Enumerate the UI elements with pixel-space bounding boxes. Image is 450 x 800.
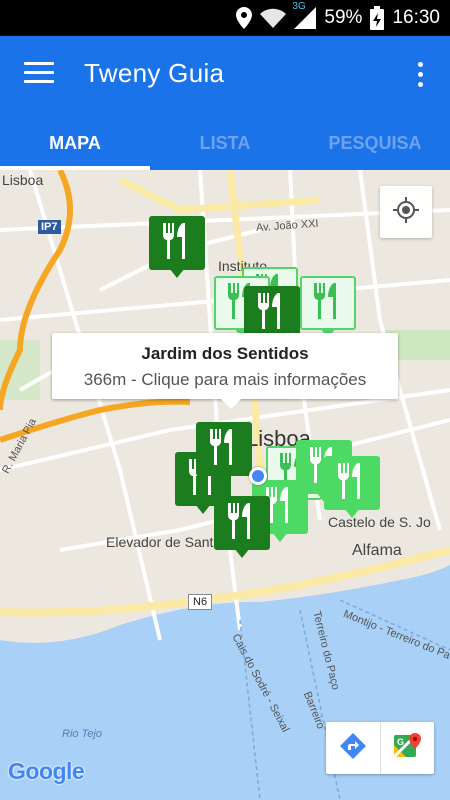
restaurant-marker[interactable]: [149, 216, 205, 278]
tab-lista[interactable]: LISTA: [150, 116, 300, 170]
tab-mapa[interactable]: MAPA: [0, 116, 150, 170]
map-label-rio-tejo: Rio Tejo: [62, 728, 102, 740]
app-bar: Tweny Guia: [0, 36, 450, 116]
tab-pesquisa[interactable]: PESQUISA: [300, 116, 450, 170]
wifi-icon: [260, 8, 287, 28]
my-location-icon: [393, 196, 419, 228]
network-type: 3G: [292, 1, 306, 12]
google-maps-icon: G: [392, 731, 422, 766]
status-bar: 3G 59% 16:30: [0, 0, 450, 36]
directions-icon: [339, 732, 367, 765]
battery-percent: 59%: [324, 7, 363, 28]
cell-signal-icon: 3G: [292, 1, 317, 29]
restaurant-icon: [334, 461, 370, 506]
battery-charging-icon: [370, 6, 385, 30]
open-maps-button[interactable]: G: [379, 722, 435, 774]
map-label-elevador: Elevador de Sant: [106, 534, 214, 550]
google-logo: Google: [8, 758, 85, 784]
restaurant-marker[interactable]: [324, 456, 380, 518]
map-view[interactable]: Lisboa IP7 Av. João XXI Instituto Lisboa…: [0, 170, 450, 800]
map-label-lisboa-top: Lisboa: [2, 172, 44, 188]
map-label-ip7: IP7: [38, 220, 61, 234]
clock: 16:30: [392, 7, 440, 28]
restaurant-marker[interactable]: [196, 422, 252, 484]
map-label-alfama: Alfama: [352, 542, 402, 559]
location-icon: [236, 7, 253, 29]
info-window-subtitle: 366m - Clique para mais informações: [83, 370, 367, 389]
restaurant-icon: [310, 281, 346, 326]
restaurant-icon: [254, 291, 290, 336]
directions-button[interactable]: [326, 722, 380, 774]
restaurant-marker[interactable]: [214, 496, 270, 558]
hamburger-menu-icon[interactable]: [24, 62, 54, 88]
restaurant-icon: [206, 427, 242, 472]
map-label-n6: N6: [188, 594, 213, 610]
restaurant-marker[interactable]: [300, 276, 356, 338]
tab-bar: MAPA LISTA PESQUISA: [0, 116, 450, 170]
restaurant-icon: [224, 501, 260, 546]
more-vert-icon[interactable]: [416, 62, 424, 90]
info-window-title: Jardim dos Sentidos: [141, 344, 309, 363]
map-toolbar: G: [326, 722, 434, 774]
my-location-button[interactable]: [380, 186, 432, 238]
current-location-dot: [249, 467, 267, 485]
app-title: Tweny Guia: [84, 58, 225, 88]
restaurant-icon: [159, 221, 195, 266]
marker-info-window[interactable]: Jardim dos Sentidos 366m - Clique para m…: [52, 333, 398, 409]
svg-text:G: G: [397, 737, 404, 747]
